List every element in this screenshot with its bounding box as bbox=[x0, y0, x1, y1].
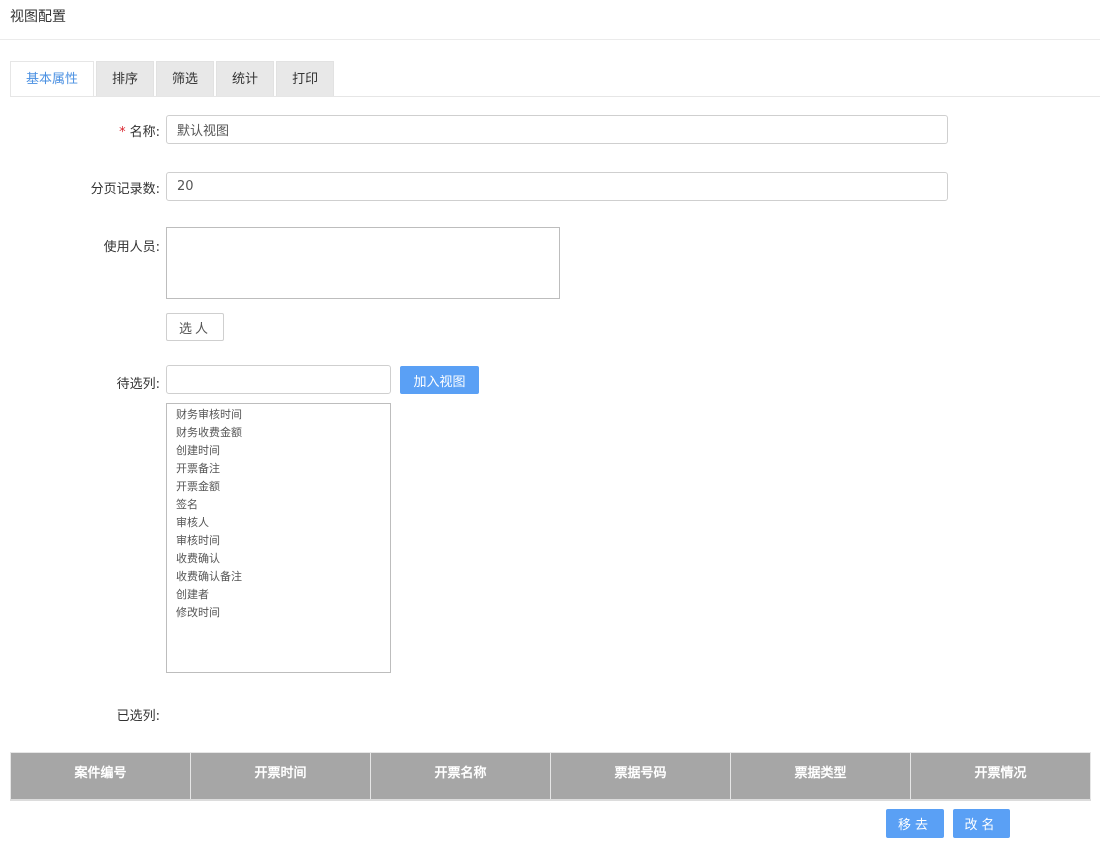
selected-columns-table-wrap: 案件编号 开票时间 开票名称 票据号码 票据类型 开票情况 bbox=[10, 752, 1100, 801]
select-users-button[interactable]: 选人 bbox=[166, 313, 224, 341]
page-title: 视图配置 bbox=[10, 9, 66, 25]
list-item[interactable]: 创建时间 bbox=[176, 442, 390, 460]
column-header[interactable]: 开票情况 bbox=[910, 752, 1091, 801]
list-item[interactable]: 财务收费金额 bbox=[176, 424, 390, 442]
list-item[interactable]: 收费确认备注 bbox=[176, 568, 390, 586]
list-item[interactable]: 审核人 bbox=[176, 514, 390, 532]
tab-sort[interactable]: 排序 bbox=[96, 61, 155, 96]
column-header[interactable]: 开票时间 bbox=[190, 752, 371, 801]
page-size-label: 分页记录数: bbox=[90, 182, 160, 197]
name-label: * 名称: bbox=[10, 121, 160, 140]
list-item[interactable]: 签名 bbox=[176, 496, 390, 514]
tab-basic-properties[interactable]: 基本属性 bbox=[10, 61, 95, 97]
column-header[interactable]: 票据号码 bbox=[550, 752, 731, 801]
available-columns-listbox[interactable]: 财务审核时间 财务收费金额 创建时间 开票备注 开票金额 签名 审核人 审核时间… bbox=[166, 403, 391, 673]
remove-button[interactable]: 移去 bbox=[886, 809, 944, 838]
list-item[interactable]: 财务审核时间 bbox=[176, 406, 390, 424]
available-columns-label: 待选列: bbox=[116, 377, 160, 392]
tab-print[interactable]: 打印 bbox=[276, 61, 335, 96]
required-mark: * bbox=[119, 125, 126, 140]
name-input[interactable] bbox=[166, 115, 948, 144]
list-item[interactable]: 收费确认 bbox=[176, 550, 390, 568]
list-item[interactable]: 审核时间 bbox=[176, 532, 390, 550]
column-header[interactable]: 开票名称 bbox=[370, 752, 551, 801]
table-header-row: 案件编号 开票时间 开票名称 票据号码 票据类型 开票情况 bbox=[10, 752, 1091, 801]
tab-statistics[interactable]: 统计 bbox=[216, 61, 275, 96]
list-item[interactable]: 修改时间 bbox=[176, 604, 390, 622]
column-header[interactable]: 票据类型 bbox=[730, 752, 911, 801]
users-label: 使用人员: bbox=[103, 240, 160, 255]
available-columns-filter-input[interactable] bbox=[166, 365, 391, 394]
page-size-input[interactable] bbox=[166, 172, 948, 201]
tab-bar: 基本属性 排序 筛选 统计 打印 bbox=[10, 61, 336, 97]
selected-columns-table: 案件编号 开票时间 开票名称 票据号码 票据类型 开票情况 bbox=[10, 752, 1091, 801]
add-to-view-button[interactable]: 加入视图 bbox=[400, 366, 479, 394]
users-textarea[interactable] bbox=[166, 227, 560, 299]
tab-filter[interactable]: 筛选 bbox=[156, 61, 215, 96]
name-label-text: 名称: bbox=[129, 125, 160, 140]
list-item[interactable]: 开票备注 bbox=[176, 460, 390, 478]
selected-columns-label: 已选列: bbox=[116, 709, 160, 724]
list-item[interactable]: 开票金额 bbox=[176, 478, 390, 496]
tabs-divider bbox=[10, 96, 1100, 97]
column-header[interactable]: 案件编号 bbox=[10, 752, 191, 801]
rename-button[interactable]: 改名 bbox=[953, 809, 1010, 838]
title-divider bbox=[0, 39, 1100, 40]
list-item[interactable]: 创建者 bbox=[176, 586, 390, 604]
